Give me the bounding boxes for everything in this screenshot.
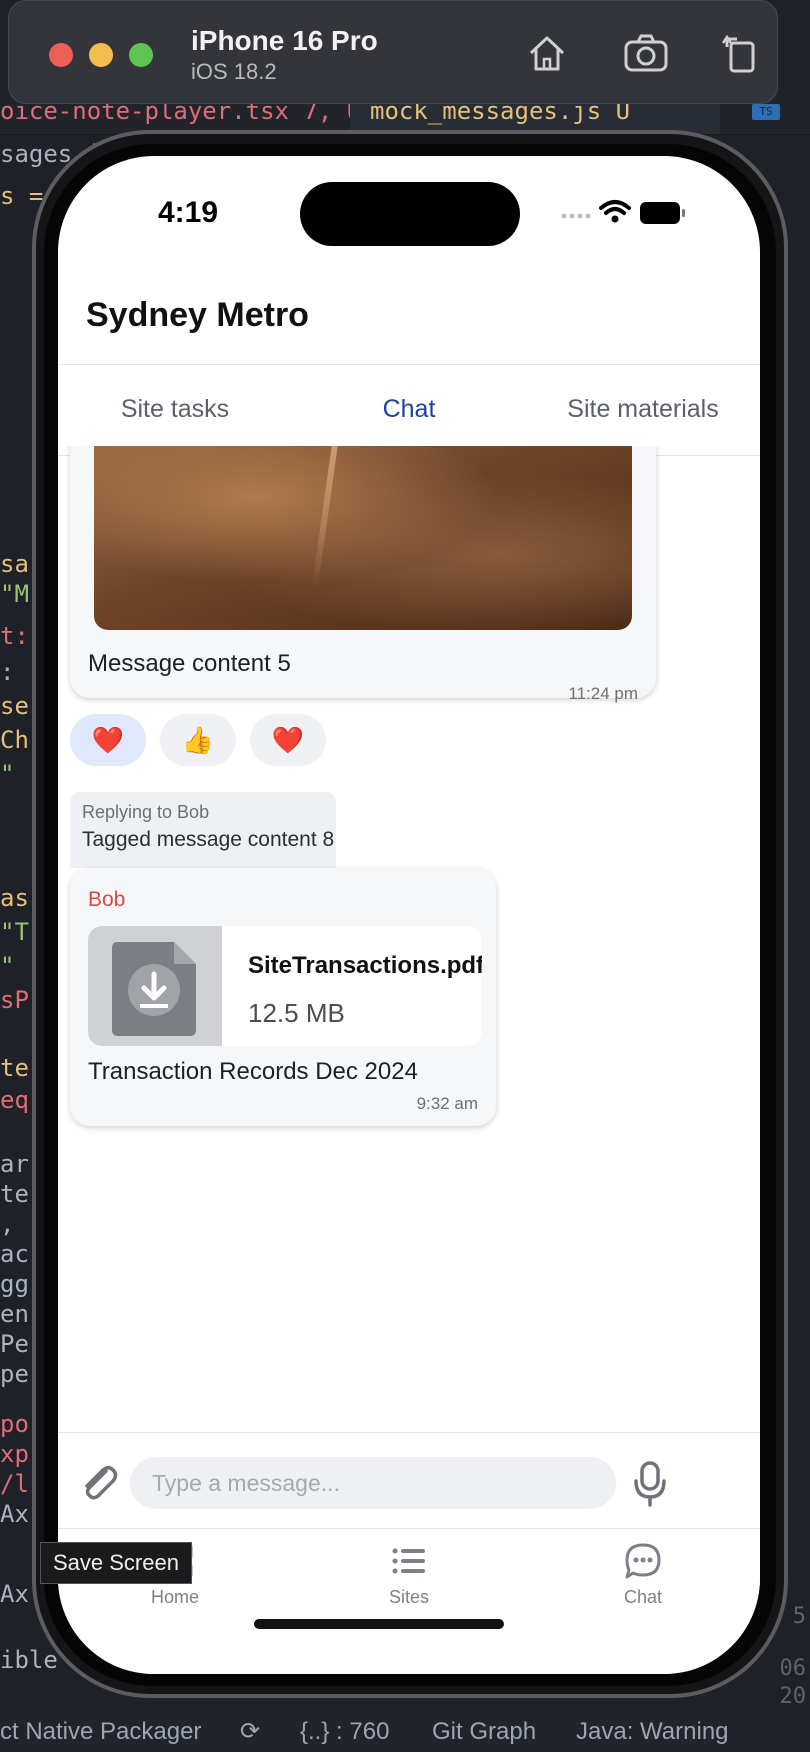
nav-sites[interactable]: Sites — [292, 1541, 526, 1621]
file-name: SiteTransactions.pdf — [248, 952, 482, 979]
chat-bubble-icon — [625, 1543, 661, 1579]
close-window-button[interactable] — [49, 43, 73, 67]
message-time: 9:32 am — [416, 1094, 478, 1113]
message-bubble[interactable]: Message content 5 11:24 pm — [70, 446, 656, 703]
document-download-icon — [88, 926, 222, 1046]
reaction-heart[interactable]: ❤️ — [70, 714, 146, 766]
microphone-icon[interactable] — [630, 1457, 670, 1509]
message-text: Message content 5 — [88, 650, 291, 677]
tab-chat[interactable]: Chat — [292, 365, 526, 453]
tab-site-materials[interactable]: Site materials — [526, 365, 760, 453]
reply-label: Replying to Bob — [82, 802, 210, 822]
os-version: iOS 18.2 — [191, 59, 277, 84]
nav-chat-label: Chat — [623, 1587, 663, 1607]
dynamic-island — [300, 182, 520, 246]
phone-screen: 4:19 Sydney Metro Site tasks Chat Site m… — [58, 156, 760, 1674]
home-icon[interactable] — [525, 31, 569, 75]
reply-preview[interactable]: Replying to Bob Tagged message content 8 — [70, 792, 336, 868]
nav-chat[interactable]: Chat — [526, 1541, 760, 1621]
save-screen-tooltip: Save Screen — [40, 1542, 192, 1584]
file-size: 12.5 MB — [248, 998, 345, 1028]
home-indicator[interactable] — [254, 1619, 504, 1629]
tab-bar: Site tasks Chat Site materials — [58, 364, 760, 456]
minimize-window-button[interactable] — [89, 43, 113, 67]
nav-sites-label: Sites — [388, 1587, 430, 1607]
editor-status-bar: ct Native Packager ⟳ {..} : 760 Git Grap… — [0, 1712, 810, 1752]
screenshot-icon[interactable] — [623, 31, 668, 75]
chat-message-list[interactable]: Message content 5 11:24 pm ❤️ 👍 ❤️ Reply… — [58, 446, 760, 1432]
rotate-icon[interactable] — [719, 31, 763, 75]
status-time: 4:19 — [158, 196, 219, 229]
signal-icon — [561, 213, 591, 219]
message-image[interactable] — [94, 446, 632, 630]
list-icon — [392, 1548, 425, 1574]
gutter-number: 20 — [779, 1684, 807, 1709]
message-bubble-file[interactable]: Bob SiteTransactions.pdf 12.5 MB Transac… — [70, 868, 496, 1126]
gutter-number: 06 — [779, 1656, 807, 1681]
sender-name: Bob — [88, 888, 126, 911]
sync-icon[interactable]: ⟳ — [240, 1712, 260, 1752]
gutter-number: 5 — [792, 1604, 806, 1629]
device-name: iPhone 16 Pro — [191, 25, 378, 56]
simulator-titlebar: iPhone 16 Pro iOS 18.2 — [8, 0, 778, 104]
status-java[interactable]: Java: Warning — [576, 1712, 729, 1752]
message-input[interactable] — [130, 1457, 616, 1509]
battery-icon — [640, 202, 685, 224]
reply-text: Tagged message content 8 — [82, 828, 335, 851]
status-braces[interactable]: {..} : 760 — [300, 1712, 389, 1752]
wifi-icon — [599, 200, 631, 215]
file-attachment[interactable]: SiteTransactions.pdf 12.5 MB — [88, 926, 482, 1046]
nav-home-label: Home — [150, 1587, 199, 1607]
message-caption: Transaction Records Dec 2024 — [88, 1058, 418, 1085]
paperclip-icon[interactable] — [76, 1459, 122, 1505]
zoom-window-button[interactable] — [129, 43, 153, 67]
editor-tab-badge: TS — [752, 104, 780, 120]
status-icons — [558, 194, 688, 230]
status-packager[interactable]: ct Native Packager — [0, 1712, 201, 1752]
reaction-thumbs-up[interactable]: 👍 — [160, 714, 236, 766]
tab-site-tasks[interactable]: Site tasks — [58, 365, 292, 453]
reaction-heart[interactable]: ❤️ — [250, 714, 326, 766]
message-time: 11:24 pm — [568, 684, 638, 703]
message-composer — [58, 1432, 760, 1529]
status-git-graph[interactable]: Git Graph — [432, 1712, 536, 1752]
page-title: Sydney Metro — [86, 296, 309, 334]
